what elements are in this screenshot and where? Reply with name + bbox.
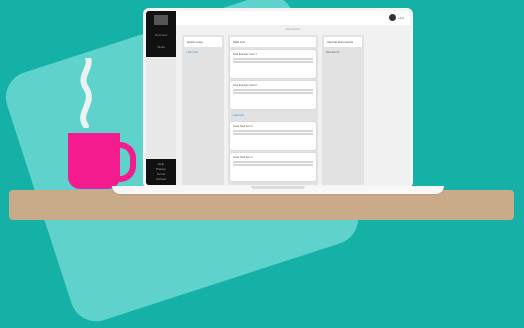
app-window: Overview Tasks Help Privacy Terms Contac… [146, 11, 410, 185]
column-quick-notes: Quick notes + Add note [182, 35, 224, 185]
sidebar: Overview Tasks Help Privacy Terms Contac… [146, 11, 176, 185]
sidebar-footer: Help Privacy Terms Contact [146, 159, 176, 185]
footer-link-contact[interactable]: Contact [146, 177, 176, 182]
board-columns: Quick notes + Add note Task List Task Ex… [176, 31, 410, 185]
task-card[interactable]: Task Example Card 1 [230, 50, 316, 78]
task-card[interactable]: Great Task Item 3 [230, 122, 316, 150]
column-task-list: Task List Task Example Card 1 Task Examp… [228, 35, 318, 185]
topbar: Lind [176, 11, 410, 25]
shelf [9, 190, 514, 220]
task-card-title: Great Task Item 4 [233, 156, 253, 159]
user-name[interactable]: Lind [398, 16, 404, 20]
column-internal-documents: Internal Documents Document 1 [322, 35, 364, 185]
task-card[interactable]: Task Example Card 2 [230, 81, 316, 109]
app-logo [154, 15, 168, 25]
laptop-screen: Overview Tasks Help Privacy Terms Contac… [143, 8, 413, 188]
sidebar-gap [146, 57, 176, 159]
main-area: Lind Add columns Quick notes + Add note … [176, 11, 410, 185]
task-card[interactable]: Great Task Item 4 [230, 153, 316, 181]
column-title: Task List [230, 37, 316, 47]
task-card-title: Task Example Card 2 [233, 84, 257, 87]
add-note-button[interactable]: + Add note [184, 49, 222, 56]
column-title: Quick notes [184, 37, 222, 47]
column-title: Internal Documents [324, 37, 362, 47]
steam-icon [80, 58, 92, 128]
document-item[interactable]: Document 1 [324, 49, 362, 56]
task-card-title: Task Example Card 1 [233, 53, 257, 56]
sidebar-item-tasks[interactable]: Tasks [157, 45, 165, 49]
user-avatar[interactable] [389, 14, 396, 21]
coffee-cup-handle [112, 142, 136, 182]
laptop-notch [251, 186, 305, 189]
task-card-title: Great Task Item 3 [233, 125, 253, 128]
sidebar-item-overview[interactable]: Overview [155, 33, 168, 37]
add-card-button[interactable]: + Add card [230, 112, 316, 119]
